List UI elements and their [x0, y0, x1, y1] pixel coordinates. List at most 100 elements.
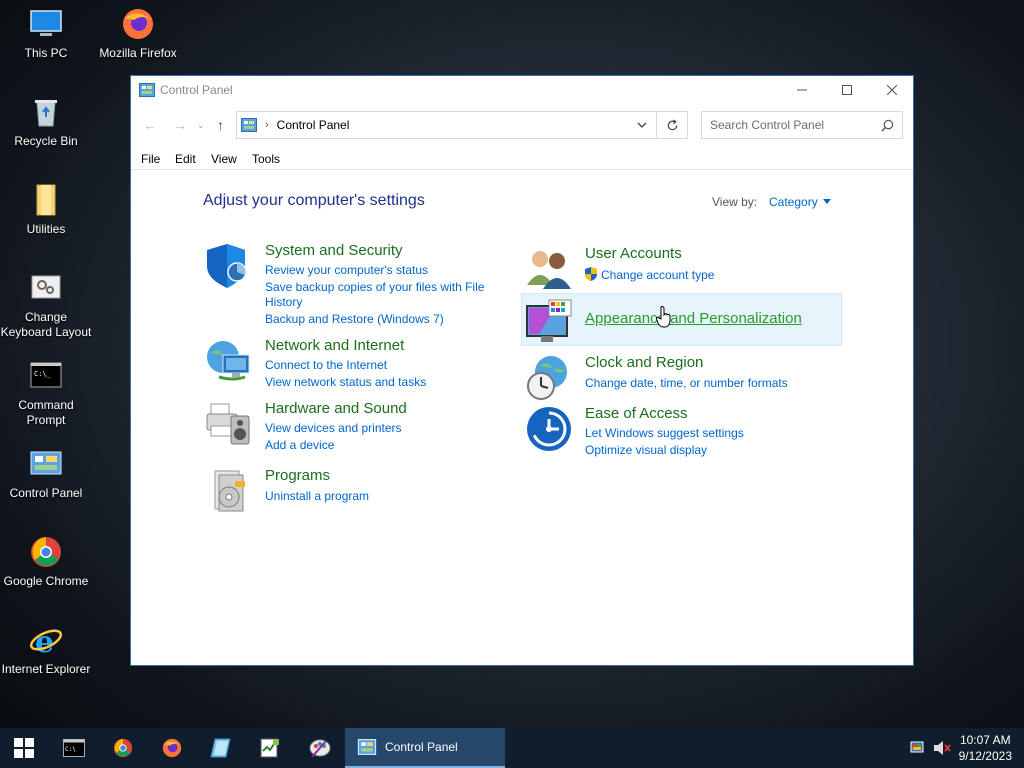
control-panel-content: Adjust your computer's settings View by:…	[131, 169, 913, 666]
appearance-monitor-icon[interactable]	[525, 298, 573, 346]
printer-speaker-icon[interactable]	[205, 400, 253, 448]
recent-locations-chevron-icon[interactable]: ⌄	[197, 118, 211, 132]
category-title[interactable]: Clock and Region	[585, 354, 703, 371]
category-title[interactable]: Programs	[265, 467, 330, 484]
link-file-history[interactable]: Save backup copies of your files with Fi…	[265, 280, 495, 310]
firefox-icon	[162, 738, 182, 758]
speaker-muted-icon[interactable]	[933, 740, 951, 756]
desktop-icon-command-prompt[interactable]: C:\_ Command Prompt	[0, 358, 92, 428]
category-network-and-internet: Network and Internet Connect to the Inte…	[205, 337, 505, 390]
taskbar-editor-app[interactable]	[246, 728, 294, 768]
title-bar[interactable]: Control Panel	[131, 76, 913, 104]
taskbar-notepad-app[interactable]	[197, 728, 245, 768]
category-title[interactable]: Network and Internet	[265, 337, 404, 354]
control-panel-icon	[357, 739, 377, 755]
link-backup-restore[interactable]: Backup and Restore (Windows 7)	[265, 312, 444, 327]
link-network-status[interactable]: View network status and tasks	[265, 375, 426, 390]
link-change-account-type[interactable]: Change account type	[601, 268, 714, 283]
programs-disc-icon[interactable]	[205, 467, 253, 515]
minimize-icon	[797, 89, 807, 91]
svg-text:C:\_: C:\_	[34, 370, 52, 378]
link-review-status[interactable]: Review your computer's status	[265, 263, 428, 278]
ease-of-access-icon[interactable]	[525, 405, 573, 453]
editor-document-icon	[260, 738, 279, 758]
menu-view[interactable]: View	[211, 152, 237, 166]
desktop-icon-label: Mozilla Firefox	[99, 46, 177, 60]
menu-edit[interactable]: Edit	[175, 152, 196, 166]
link-optimize-visual-display[interactable]: Optimize visual display	[585, 443, 707, 458]
desktop-icon-google-chrome[interactable]: Google Chrome	[0, 534, 92, 589]
notebook-icon	[210, 738, 231, 758]
menu-file[interactable]: File	[141, 152, 160, 166]
menu-tools[interactable]: Tools	[252, 152, 280, 166]
svg-text:C:\: C:\	[65, 746, 76, 753]
link-uninstall-program[interactable]: Uninstall a program	[265, 489, 369, 504]
start-button[interactable]	[0, 728, 48, 768]
taskbar-firefox[interactable]	[148, 728, 196, 768]
desktop-icon-label: Change Keyboard Layout	[0, 310, 92, 339]
network-status-icon[interactable]	[910, 740, 926, 756]
desktop-icon-label: Utilities	[26, 222, 66, 236]
category-title[interactable]: Hardware and Sound	[265, 400, 407, 417]
category-title[interactable]: System and Security	[265, 242, 403, 259]
view-by-dropdown[interactable]: Category	[769, 195, 818, 209]
category-title[interactable]: Appearance and Personalization	[585, 310, 802, 327]
desktop-icon-this-pc[interactable]: This PC	[0, 6, 92, 61]
recycle-bin-icon	[35, 100, 57, 127]
link-add-device[interactable]: Add a device	[265, 438, 334, 453]
category-clock-and-region: Clock and Region Change date, time, or n…	[525, 354, 825, 404]
desktop-icon-label: Google Chrome	[3, 574, 89, 588]
minimize-button[interactable]	[779, 76, 825, 104]
network-globe-icon[interactable]	[205, 337, 253, 385]
up-arrow-icon[interactable]: ↑	[217, 118, 231, 132]
desktop-icon-control-panel[interactable]: Control Panel	[0, 446, 92, 501]
maximize-icon	[842, 85, 852, 95]
category-title[interactable]: Ease of Access	[585, 405, 688, 422]
link-connect-internet[interactable]: Connect to the Internet	[265, 358, 387, 373]
breadcrumb-chevron-icon[interactable]: ›	[265, 119, 269, 131]
close-button[interactable]	[869, 76, 915, 104]
search-icon[interactable]	[881, 119, 894, 132]
address-bar[interactable]: › Control Panel	[236, 111, 688, 139]
forward-arrow-icon[interactable]: →	[173, 118, 187, 132]
link-windows-suggest-settings[interactable]: Let Windows suggest settings	[585, 426, 744, 441]
desktop-icon-label: This PC	[24, 46, 68, 60]
link-change-date-time[interactable]: Change date, time, or number formats	[585, 376, 788, 391]
category-appearance-and-personalization[interactable]: Appearance and Personalization	[525, 298, 825, 346]
system-clock[interactable]: 10:07 AM 9/12/2023	[959, 732, 1012, 764]
maximize-button[interactable]	[824, 76, 870, 104]
desktop-icon-firefox[interactable]: Mozilla Firefox	[92, 6, 184, 61]
desktop-icon-recycle-bin[interactable]: Recycle Bin	[0, 94, 92, 149]
chrome-icon	[31, 537, 61, 567]
desktop-icon-utilities[interactable]: Utilities	[0, 182, 92, 237]
desktop-icon-label: Command Prompt	[18, 398, 74, 427]
shield-icon[interactable]	[205, 242, 253, 290]
category-user-accounts: User Accounts Change account type	[525, 245, 825, 289]
desktop-icon-internet-explorer[interactable]: e Internet Explorer	[0, 622, 92, 677]
search-input[interactable]	[702, 118, 872, 132]
taskbar-command-prompt[interactable]: C:\	[50, 728, 98, 768]
chevron-down-icon[interactable]	[637, 120, 647, 130]
category-title[interactable]: User Accounts	[585, 245, 682, 262]
search-box[interactable]	[701, 111, 903, 139]
control-panel-icon	[139, 83, 155, 97]
control-panel-icon	[241, 118, 257, 132]
breadcrumb-control-panel[interactable]: Control Panel	[277, 118, 350, 132]
clock-globe-icon[interactable]	[525, 354, 573, 402]
view-by-label: View by:	[712, 195, 758, 209]
internet-explorer-icon: e	[29, 625, 63, 658]
users-icon[interactable]	[525, 245, 573, 293]
desktop-icon-change-keyboard-layout[interactable]: Change Keyboard Layout	[0, 270, 92, 340]
caret-down-icon[interactable]	[823, 199, 831, 204]
uac-shield-icon	[585, 267, 597, 281]
refresh-button[interactable]	[656, 111, 688, 139]
folder-icon	[36, 184, 56, 216]
taskbar-chrome[interactable]	[99, 728, 147, 768]
page-heading: Adjust your computer's settings	[203, 192, 425, 209]
firefox-icon	[123, 9, 153, 39]
taskbar-window-label: Control Panel	[385, 740, 458, 754]
taskbar-control-panel-active[interactable]: Control Panel	[345, 728, 505, 768]
link-devices-printers[interactable]: View devices and printers	[265, 421, 402, 436]
taskbar-paint-app[interactable]	[296, 728, 344, 768]
back-arrow-icon[interactable]: ←	[143, 118, 157, 132]
